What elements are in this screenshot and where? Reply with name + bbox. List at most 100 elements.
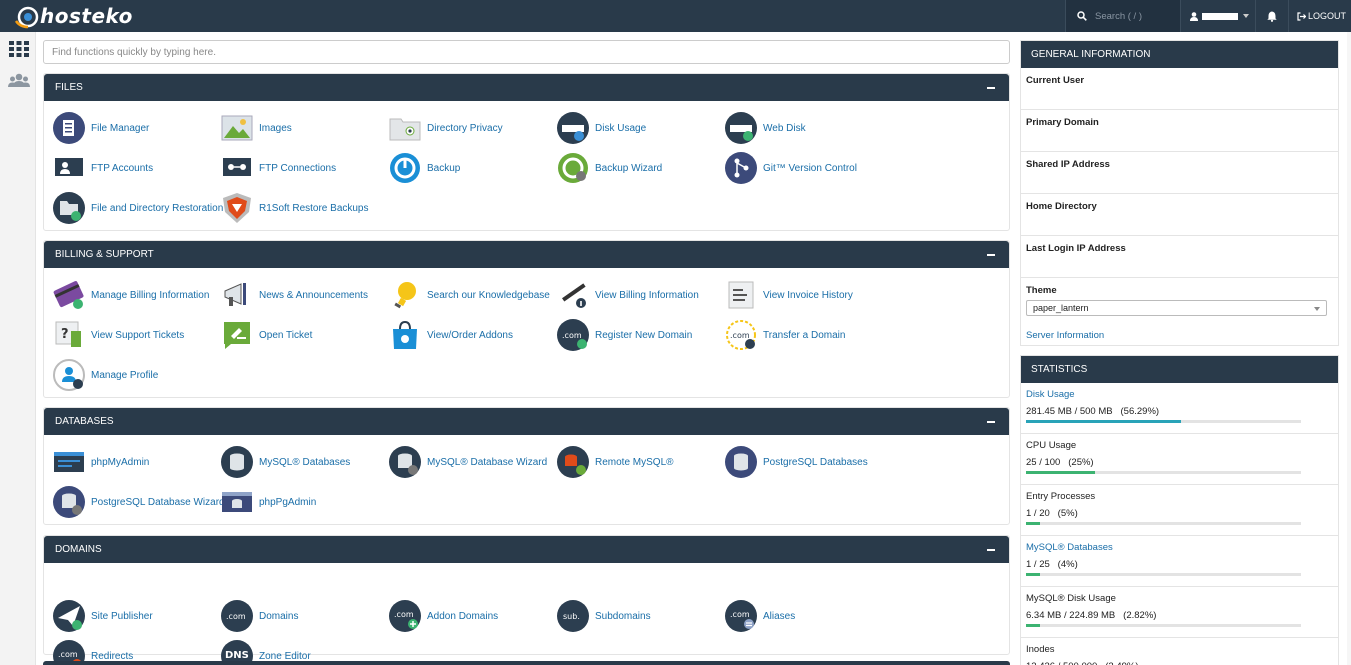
- addon-domains-link[interactable]: .com Addon Domains: [389, 599, 557, 633]
- collapse-icon[interactable]: [987, 421, 995, 423]
- manage-billing-link[interactable]: Manage Billing Information: [53, 278, 221, 312]
- billing-panel-header[interactable]: BILLING & SUPPORT: [44, 241, 1009, 268]
- page-scrollbar[interactable]: [1347, 32, 1351, 665]
- stat-value: 1 / 20 (5%): [1026, 508, 1078, 519]
- remote-mysql-icon: [557, 446, 589, 478]
- aliases-link[interactable]: .com Aliases: [725, 599, 893, 633]
- billing-panel-title: BILLING & SUPPORT: [55, 249, 154, 260]
- git-icon: [725, 152, 757, 184]
- subdomains-icon: sub.: [557, 600, 589, 632]
- manage-profile-link[interactable]: Manage Profile: [53, 358, 221, 392]
- stat-label: Inodes: [1026, 644, 1055, 655]
- disk-usage-icon: [557, 112, 589, 144]
- stat-value: 12,436 / 500,000 (2.49%): [1026, 661, 1338, 665]
- databases-panel-header[interactable]: DATABASES: [44, 408, 1009, 435]
- svg-text:.com: .com: [562, 331, 582, 340]
- collapse-icon[interactable]: [987, 87, 995, 89]
- mysql-wizard-icon: [389, 446, 421, 478]
- r1soft-icon: [223, 193, 251, 223]
- backup-wizard-link[interactable]: Backup Wizard: [557, 151, 725, 185]
- databases-panel: DATABASES phpMyAdmin MySQL® Databases My…: [43, 407, 1010, 525]
- server-information-link[interactable]: Server Information: [1021, 325, 1338, 347]
- site-publisher-link[interactable]: Site Publisher: [53, 599, 221, 633]
- postgresql-icon: [725, 446, 757, 478]
- site-publisher-icon: [53, 600, 85, 632]
- stat-label[interactable]: Disk Usage: [1026, 389, 1338, 400]
- search-icon: [1077, 11, 1087, 21]
- web-disk-icon: [725, 112, 757, 144]
- web-disk-link[interactable]: Web Disk: [725, 111, 893, 145]
- invoice-history-link[interactable]: View Invoice History: [725, 278, 893, 312]
- usage-bar: [1026, 522, 1301, 525]
- stat-row: Disk Usage 281.45 MB / 500 MB (56.29%): [1021, 383, 1338, 434]
- statistics-list: Disk Usage 281.45 MB / 500 MB (56.29%) CPU…: [1021, 383, 1338, 665]
- phpmyadmin-link[interactable]: phpMyAdmin: [53, 445, 221, 479]
- stat-row: Entry Processes 1 / 20 (5%): [1021, 485, 1338, 536]
- files-panel-header[interactable]: FILES: [44, 74, 1009, 101]
- images-link[interactable]: Images: [221, 111, 389, 145]
- postgresql-databases-link[interactable]: PostgreSQL Databases: [725, 445, 893, 479]
- stat-label: Entry Processes: [1026, 491, 1096, 502]
- lightbulb-icon: [394, 282, 416, 309]
- stat-value: 281.45 MB / 500 MB (56.29%): [1026, 406, 1160, 417]
- invoice-icon: [728, 281, 754, 309]
- ftp-connections-link[interactable]: FTP Connections: [221, 151, 389, 185]
- svg-text:.com: .com: [730, 331, 750, 340]
- next-panel-header: [43, 661, 1010, 665]
- grid-icon[interactable]: [8, 40, 30, 58]
- svg-text:.com: .com: [226, 612, 246, 621]
- notifications-button[interactable]: [1255, 0, 1288, 32]
- billing-support-panel: BILLING & SUPPORT Manage Billing Informa…: [43, 240, 1010, 398]
- theme-select[interactable]: paper_lantern: [1026, 300, 1327, 316]
- open-ticket-icon: [224, 322, 250, 349]
- file-manager-link[interactable]: File Manager: [53, 111, 221, 145]
- git-version-control-link[interactable]: Git™ Version Control: [725, 151, 893, 185]
- user-menu[interactable]: [1180, 0, 1255, 32]
- file-restoration-link[interactable]: File and Directory Restoration: [53, 191, 223, 225]
- remote-mysql-link[interactable]: Remote MySQL®: [557, 445, 725, 479]
- usage-bar-fill: [1026, 471, 1095, 474]
- stat-row: MySQL® Disk Usage 6.34 MB / 224.89 MB (2.…: [1021, 587, 1338, 638]
- brand-logo[interactable]: hosteko: [14, 2, 133, 30]
- top-search-placeholder: Search ( / ): [1095, 10, 1142, 22]
- postgresql-wizard-icon: [53, 486, 85, 518]
- phppgadmin-link[interactable]: phpPgAdmin: [221, 485, 389, 519]
- ftp-accounts-link[interactable]: FTP Accounts: [53, 151, 221, 185]
- transfer-domain-link[interactable]: .com Transfer a Domain: [725, 318, 893, 352]
- users-icon[interactable]: [8, 72, 30, 90]
- backup-link[interactable]: Backup: [389, 151, 557, 185]
- statistics-title: STATISTICS: [1021, 356, 1338, 383]
- news-announcements-link[interactable]: News & Announcements: [221, 278, 389, 312]
- mysql-wizard-link[interactable]: MySQL® Database Wizard: [389, 445, 557, 479]
- open-ticket-link[interactable]: Open Ticket: [221, 318, 389, 352]
- stat-label[interactable]: MySQL® Databases: [1026, 542, 1338, 553]
- domains-link[interactable]: .com Domains: [221, 599, 389, 633]
- collapse-icon[interactable]: [987, 254, 995, 256]
- subdomains-link[interactable]: sub. Subdomains: [557, 599, 725, 633]
- order-addons-link[interactable]: View/Order Addons: [389, 318, 557, 352]
- register-domain-link[interactable]: .com Register New Domain: [557, 318, 725, 352]
- top-search-box[interactable]: Search ( / ): [1065, 0, 1180, 32]
- postgresql-wizard-link[interactable]: PostgreSQL Database Wizard: [53, 485, 225, 519]
- stat-row: MySQL® Databases 1 / 25 (4%): [1021, 536, 1338, 587]
- mysql-databases-link[interactable]: MySQL® Databases: [221, 445, 389, 479]
- stat-row: CPU Usage 25 / 100 (25%): [1021, 434, 1338, 485]
- domains-panel: DOMAINS Site Publisher .com Domains .com…: [43, 535, 1010, 665]
- addons-bag-icon: [393, 320, 417, 349]
- disk-usage-link[interactable]: Disk Usage: [557, 111, 725, 145]
- logout-button[interactable]: LOGOUT: [1288, 0, 1351, 32]
- collapse-icon[interactable]: [987, 549, 995, 551]
- quick-search-input[interactable]: [43, 40, 1010, 64]
- domains-panel-header[interactable]: DOMAINS: [44, 536, 1009, 563]
- support-tickets-link[interactable]: ? View Support Tickets: [53, 318, 221, 352]
- support-tickets-icon: ?: [55, 321, 81, 347]
- chevron-down-icon: [1314, 307, 1320, 311]
- view-billing-link[interactable]: View Billing Information: [557, 278, 725, 312]
- usage-bar-fill: [1026, 624, 1040, 627]
- r1soft-restore-link[interactable]: R1Soft Restore Backups: [221, 191, 389, 225]
- user-icon: [1190, 11, 1198, 21]
- knowledgebase-link[interactable]: Search our Knowledgebase: [389, 278, 557, 312]
- phpmyadmin-icon: [54, 452, 84, 472]
- directory-privacy-link[interactable]: Directory Privacy: [389, 111, 557, 145]
- shared-ip-label: Shared IP Address: [1021, 152, 1338, 194]
